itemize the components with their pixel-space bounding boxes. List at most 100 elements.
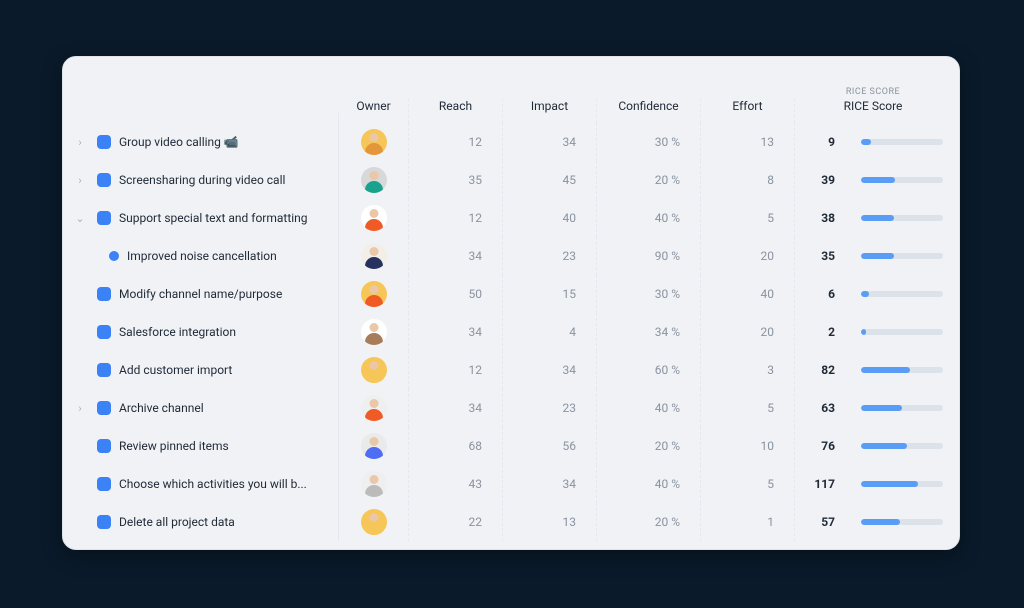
title-cell: ⌄ Support special text and formatting [63,199,339,237]
avatar[interactable] [361,167,387,193]
table-row[interactable]: ›Delete all project data221320 %157 [63,503,959,541]
confidence-cell[interactable]: 20 % [597,503,701,541]
reach-cell[interactable]: 34 [409,237,503,275]
confidence-cell[interactable]: 20 % [597,427,701,465]
row-title[interactable]: Modify channel name/purpose [119,287,282,301]
table-row[interactable]: ›Improved noise cancellation342390 %2035 [63,237,959,275]
row-title[interactable]: Support special text and formatting [119,211,308,225]
confidence-cell[interactable]: 40 % [597,199,701,237]
header-reach[interactable]: Reach [409,99,503,123]
confidence-cell[interactable]: 40 % [597,465,701,503]
row-title[interactable]: Group video calling 📹 [119,135,239,149]
header-owner[interactable]: Owner [339,99,409,123]
effort-cell[interactable]: 5 [701,199,795,237]
row-title[interactable]: Choose which activities you will b... [119,477,307,491]
row-title[interactable]: Delete all project data [119,515,235,529]
effort-cell[interactable]: 40 [701,275,795,313]
impact-cell[interactable]: 34 [503,465,597,503]
effort-cell[interactable]: 13 [701,123,795,161]
impact-cell[interactable]: 13 [503,503,597,541]
effort-cell[interactable]: 3 [701,351,795,389]
effort-cell[interactable]: 8 [701,161,795,199]
table-row[interactable]: ›Salesforce integration34434 %202 [63,313,959,351]
table-row[interactable]: ›Archive channel342340 %563 [63,389,959,427]
row-title[interactable]: Screensharing during video call [119,173,285,187]
row-title[interactable]: Review pinned items [119,439,229,453]
checkbox-icon[interactable] [97,401,111,415]
confidence-cell[interactable]: 30 % [597,123,701,161]
reach-cell[interactable]: 68 [409,427,503,465]
impact-cell[interactable]: 56 [503,427,597,465]
impact-cell[interactable]: 4 [503,313,597,351]
table-row[interactable]: › Screensharing during video call 354520 %… [63,161,959,199]
confidence-cell[interactable]: 90 % [597,237,701,275]
table-row[interactable]: ›Modify channel name/purpose501530 %406 [63,275,959,313]
avatar[interactable] [361,509,387,535]
table-row[interactable]: › Group video calling 📹 123430 %13 9 [63,123,959,161]
effort-cell[interactable]: 5 [701,389,795,427]
avatar[interactable] [361,357,387,383]
effort-cell[interactable]: 20 [701,313,795,351]
avatar[interactable] [361,319,387,345]
confidence-cell[interactable]: 30 % [597,275,701,313]
reach-cell[interactable]: 35 [409,161,503,199]
effort-cell[interactable]: 1 [701,503,795,541]
impact-cell[interactable]: 40 [503,199,597,237]
checkbox-icon[interactable] [97,135,111,149]
avatar[interactable] [361,471,387,497]
impact-cell[interactable]: 15 [503,275,597,313]
table-row[interactable]: ›Choose which activities you will b...43… [63,465,959,503]
checkbox-icon[interactable] [97,363,111,377]
checkbox-icon[interactable] [97,515,111,529]
confidence-cell[interactable]: 40 % [597,389,701,427]
effort-cell[interactable]: 20 [701,237,795,275]
confidence-cell[interactable]: 60 % [597,351,701,389]
row-title[interactable]: Archive channel [119,401,204,415]
header-confidence[interactable]: Confidence [597,99,701,123]
avatar[interactable] [361,205,387,231]
header-impact[interactable]: Impact [503,99,597,123]
checkbox-icon[interactable] [97,477,111,491]
table-row[interactable]: ›Review pinned items685620 %1076 [63,427,959,465]
confidence-cell[interactable]: 34 % [597,313,701,351]
reach-cell[interactable]: 34 [409,313,503,351]
confidence-cell[interactable]: 20 % [597,161,701,199]
subtask-dot-icon[interactable] [109,251,119,261]
reach-cell[interactable]: 50 [409,275,503,313]
reach-cell[interactable]: 34 [409,389,503,427]
impact-cell[interactable]: 34 [503,351,597,389]
score-value: 9 [803,135,835,149]
chevron-right-icon[interactable]: › [71,174,89,187]
row-title[interactable]: Improved noise cancellation [127,249,277,263]
reach-cell[interactable]: 12 [409,351,503,389]
avatar[interactable] [361,129,387,155]
checkbox-icon[interactable] [97,439,111,453]
avatar[interactable] [361,433,387,459]
chevron-right-icon[interactable]: › [71,402,89,415]
row-title[interactable]: Salesforce integration [119,325,236,339]
reach-cell[interactable]: 12 [409,199,503,237]
checkbox-icon[interactable] [97,287,111,301]
checkbox-icon[interactable] [97,211,111,225]
checkbox-icon[interactable] [97,173,111,187]
impact-cell[interactable]: 23 [503,237,597,275]
reach-cell[interactable]: 43 [409,465,503,503]
avatar[interactable] [361,281,387,307]
header-effort[interactable]: Effort [701,99,795,123]
reach-cell[interactable]: 12 [409,123,503,161]
impact-cell[interactable]: 45 [503,161,597,199]
table-row[interactable]: ›Add customer import123460 %382 [63,351,959,389]
effort-cell[interactable]: 5 [701,465,795,503]
impact-cell[interactable]: 23 [503,389,597,427]
chevron-right-icon[interactable]: › [71,136,89,149]
avatar[interactable] [361,243,387,269]
chevron-down-icon[interactable]: ⌄ [71,212,89,225]
reach-cell[interactable]: 22 [409,503,503,541]
avatar[interactable] [361,395,387,421]
impact-cell[interactable]: 34 [503,123,597,161]
effort-cell[interactable]: 10 [701,427,795,465]
header-score[interactable]: RICE SCORE RICE Score [795,87,960,123]
checkbox-icon[interactable] [97,325,111,339]
row-title[interactable]: Add customer import [119,363,232,377]
table-row[interactable]: ⌄Support special text and formatting1240… [63,199,959,237]
